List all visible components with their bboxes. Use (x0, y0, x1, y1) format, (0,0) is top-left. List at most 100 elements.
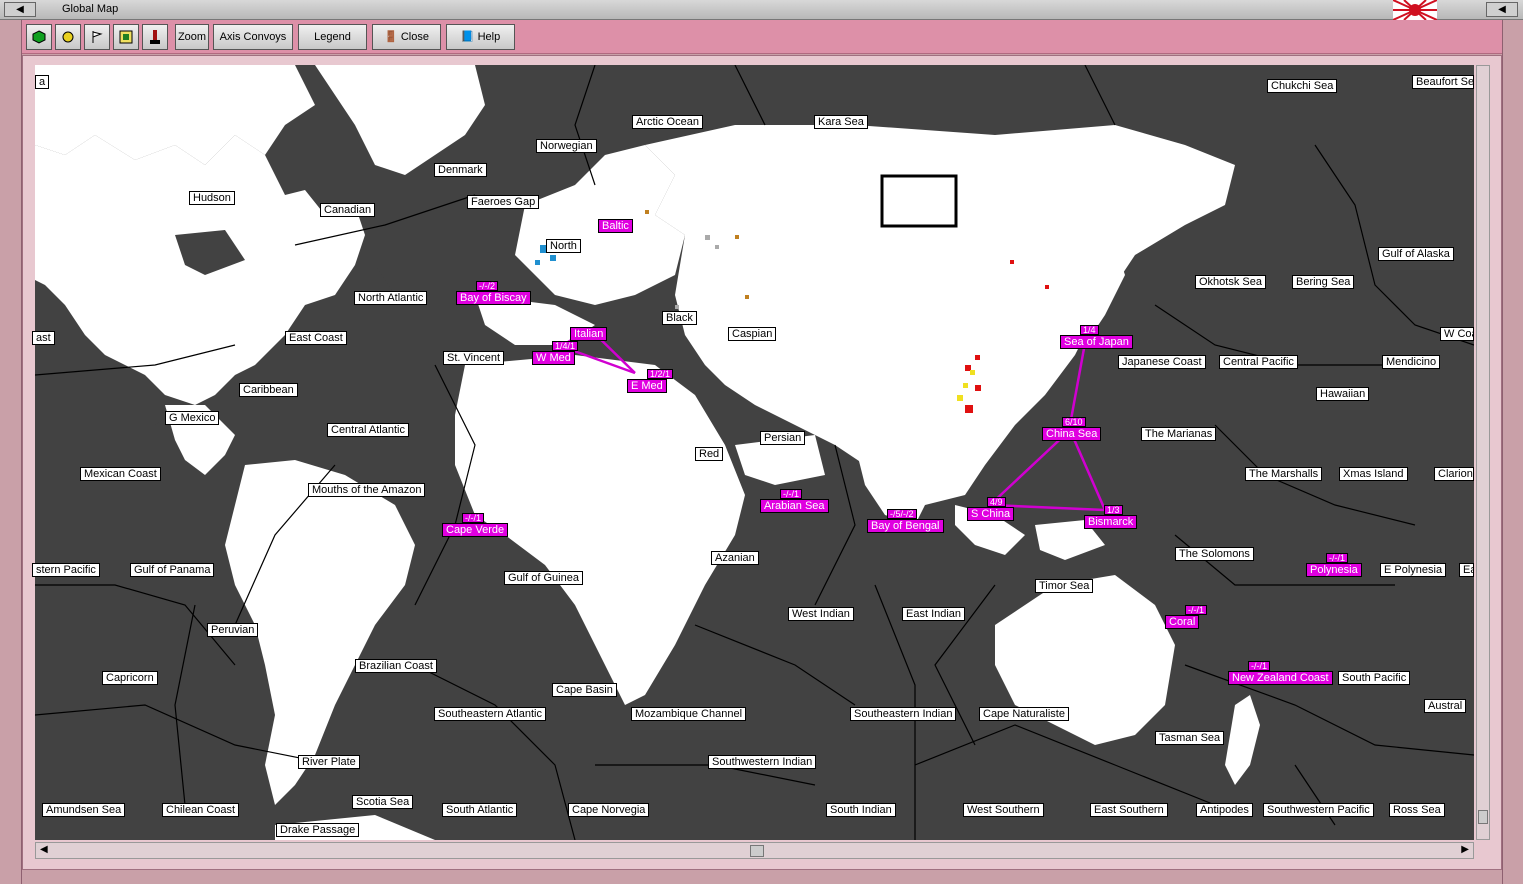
sea-zone-label[interactable]: Southeastern Atlantic (434, 707, 546, 721)
zone-label[interactable]: Baltic (598, 219, 633, 233)
sea-zone-label[interactable]: Gulf of Alaska (1378, 247, 1454, 261)
sea-zone-label[interactable]: Xmas Island (1339, 467, 1408, 481)
zone-label[interactable]: W Med (532, 351, 575, 365)
sea-zone-label[interactable]: Norwegian (536, 139, 597, 153)
sea-zone-label[interactable]: West Southern (963, 803, 1044, 817)
zone-label[interactable]: E Med (627, 379, 667, 393)
sea-zone-label[interactable]: Capricorn (102, 671, 158, 685)
sea-zone-label[interactable]: Peruvian (207, 623, 259, 637)
sea-zone-label[interactable]: Ea (1459, 563, 1474, 577)
vertical-scroll-thumb[interactable] (1478, 810, 1488, 824)
sea-zone-label[interactable]: Persian (760, 431, 806, 445)
zone-label[interactable]: Bay of Bengal (867, 519, 944, 533)
sea-zone-label[interactable]: Gulf of Panama (130, 563, 215, 577)
units-filter-button[interactable] (26, 24, 52, 50)
sea-zone-label[interactable]: Mendicino (1382, 355, 1441, 369)
sea-zone-label[interactable]: Beaufort Sea (1412, 75, 1474, 89)
zone-label[interactable]: New Zealand Coast (1228, 671, 1333, 685)
sea-zone-label[interactable]: Azanian (711, 551, 759, 565)
sea-zone-label[interactable]: North (546, 239, 581, 253)
sea-zone-label[interactable]: G Mexico (165, 411, 220, 425)
sea-zone-label[interactable]: Red (695, 447, 724, 461)
sea-zone-label[interactable]: Tasman Sea (1155, 731, 1225, 745)
sea-zone-label[interactable]: Japanese Coast (1118, 355, 1206, 369)
sea-zone-label[interactable]: Faeroes Gap (467, 195, 540, 209)
zone-label[interactable]: Arabian Sea (760, 499, 829, 513)
axis-convoys-button[interactable]: Axis Convoys (213, 24, 293, 50)
sea-zone-label[interactable]: Denmark (434, 163, 487, 177)
sea-zone-label[interactable]: Mexican Coast (80, 467, 161, 481)
world-map[interactable] (35, 65, 1474, 840)
help-button[interactable]: 📘 Help (446, 24, 515, 50)
close-button[interactable]: 🚪 Close (372, 24, 441, 50)
sea-zone-label[interactable]: The Solomons (1175, 547, 1254, 561)
sea-zone-label[interactable]: Central Atlantic (327, 423, 409, 437)
sea-zone-label[interactable]: W Coast (1440, 327, 1474, 341)
sea-zone-label[interactable]: Gulf of Guinea (504, 571, 583, 585)
zone-label[interactable]: Bay of Biscay (456, 291, 531, 305)
scroll-right-icon[interactable]: ▶ (1461, 844, 1469, 855)
sea-zone-label[interactable]: West Indian (788, 607, 854, 621)
sea-zone-label[interactable]: Caspian (728, 327, 777, 341)
sea-zone-label[interactable]: Scotia Sea (352, 795, 414, 809)
sea-zone-label[interactable]: Southwestern Indian (708, 755, 817, 769)
horizontal-scroll-thumb[interactable] (750, 845, 764, 857)
sea-zone-label[interactable]: E Polynesia (1380, 563, 1447, 577)
grid-filter-button[interactable] (113, 24, 139, 50)
sea-zone-label[interactable]: a (35, 75, 50, 89)
sea-zone-label[interactable]: South Indian (826, 803, 896, 817)
sea-zone-label[interactable]: North Atlantic (354, 291, 428, 305)
ship-filter-button[interactable] (142, 24, 168, 50)
sea-zone-label[interactable]: ast (32, 331, 55, 345)
legend-button[interactable]: Legend (298, 24, 367, 50)
sea-zone-label[interactable]: South Pacific (1338, 671, 1411, 685)
system-menu-button[interactable]: ◀ (4, 2, 36, 17)
zone-label[interactable]: Polynesia (1306, 563, 1362, 577)
sea-zone-label[interactable]: Drake Passage (276, 823, 360, 837)
vertical-scrollbar[interactable] (1476, 65, 1490, 840)
zoom-button[interactable]: Zoom (175, 24, 209, 50)
zone-label[interactable]: China Sea (1042, 427, 1102, 441)
zone-label[interactable]: Coral (1165, 615, 1200, 629)
sea-zone-label[interactable]: Hudson (189, 191, 235, 205)
zone-label[interactable]: Italian (570, 327, 608, 341)
sea-zone-label[interactable]: Central Pacific (1219, 355, 1298, 369)
sea-zone-label[interactable]: Black (662, 311, 697, 325)
sea-zone-label[interactable]: Ross Sea (1389, 803, 1445, 817)
sea-zone-label[interactable]: East Indian (902, 607, 966, 621)
sea-zone-label[interactable]: Austral (1424, 699, 1467, 713)
sea-zone-label[interactable]: East Coast (285, 331, 347, 345)
sea-zone-label[interactable]: Amundsen Sea (42, 803, 126, 817)
sea-zone-label[interactable]: The Marianas (1141, 427, 1217, 441)
sea-zone-label[interactable]: Mozambique Channel (631, 707, 747, 721)
sea-zone-label[interactable]: Chilean Coast (162, 803, 240, 817)
sea-zone-label[interactable]: Antipodes (1196, 803, 1253, 817)
zone-label[interactable]: Sea of Japan (1060, 335, 1133, 349)
sea-zone-label[interactable]: Brazilian Coast (355, 659, 437, 673)
sea-zone-label[interactable]: Timor Sea (1035, 579, 1094, 593)
sea-zone-label[interactable]: South Atlantic (442, 803, 518, 817)
flag-filter-button[interactable] (84, 24, 110, 50)
sea-zone-label[interactable]: Southeastern Indian (850, 707, 957, 721)
sea-zone-label[interactable]: Canadian (320, 203, 376, 217)
sea-zone-label[interactable]: River Plate (298, 755, 360, 769)
sea-zone-label[interactable]: East Southern (1090, 803, 1168, 817)
zone-label[interactable]: S China (967, 507, 1015, 521)
zone-label[interactable]: Cape Verde (442, 523, 509, 537)
sea-zone-label[interactable]: Cape Norvegia (568, 803, 650, 817)
scroll-left-icon[interactable]: ◀ (40, 844, 48, 855)
sea-zone-label[interactable]: Chukchi Sea (1267, 79, 1338, 93)
window-close-button[interactable]: ◀ (1486, 2, 1518, 17)
sea-zone-label[interactable]: St. Vincent (443, 351, 504, 365)
sea-zone-label[interactable]: The Marshalls (1245, 467, 1323, 481)
zone-label[interactable]: Bismarck (1084, 515, 1138, 529)
sea-zone-label[interactable]: Bering Sea (1292, 275, 1355, 289)
sea-zone-label[interactable]: Clarion (1434, 467, 1474, 481)
sea-zone-label[interactable]: Cape Basin (552, 683, 617, 697)
sea-zone-label[interactable]: Southwestern Pacific (1263, 803, 1374, 817)
sea-zone-label[interactable]: Cape Naturaliste (979, 707, 1069, 721)
sea-zone-label[interactable]: Mouths of the Amazon (308, 483, 426, 497)
horizontal-scrollbar[interactable]: ◀ ▶ (35, 842, 1474, 859)
sea-zone-label[interactable]: Caribbean (239, 383, 298, 397)
airfield-filter-button[interactable] (55, 24, 81, 50)
